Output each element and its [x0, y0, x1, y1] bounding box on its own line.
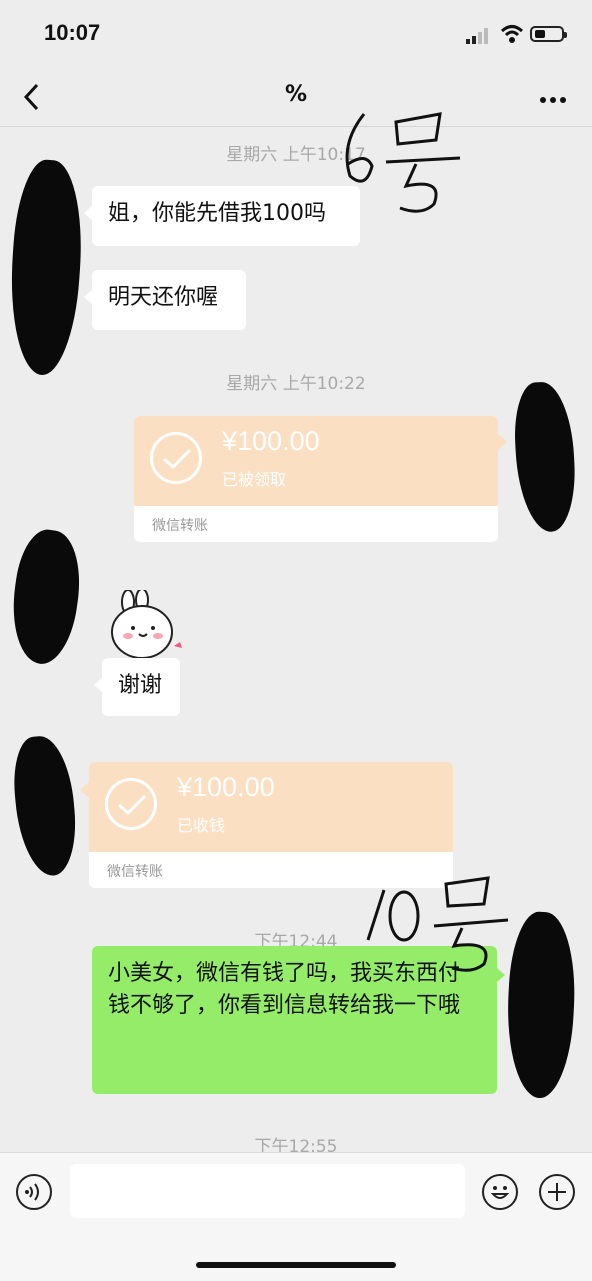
transfer-status: 已被领取 [222, 470, 287, 489]
signal-icon [466, 28, 488, 44]
status-time: 10:07 [44, 20, 101, 45]
wifi-icon [500, 25, 524, 43]
battery-icon [530, 26, 567, 42]
transfer-label: 微信转账 [152, 518, 208, 534]
message-bubble[interactable]: 谢谢 [94, 658, 180, 716]
more-dots-icon[interactable] [538, 76, 568, 123]
check-circle-icon [105, 778, 157, 830]
message-input[interactable] [70, 1164, 465, 1218]
transfer-card[interactable]: ¥100.00 已被领取 微信转账 [134, 416, 498, 542]
message-text: 明天还你喔 [108, 285, 219, 310]
timestamp: 星期六 上午10:17 [226, 145, 366, 165]
chat-header: % [0, 70, 592, 127]
handwritten-annotation [336, 104, 466, 224]
transfer-status: 已收钱 [177, 816, 226, 835]
emoji-icon[interactable] [482, 1174, 518, 1210]
transfer-label: 微信转账 [107, 864, 163, 880]
handwritten-annotation [362, 868, 512, 978]
timestamp: 星期六 上午10:22 [226, 374, 366, 394]
redacted-avatar [10, 733, 80, 879]
chat-title: % [284, 82, 308, 107]
plus-icon[interactable] [539, 1174, 575, 1210]
check-circle-icon [150, 432, 202, 484]
transfer-amount: ¥100.00 [222, 426, 320, 456]
message-bubble[interactable]: 姐，你能先借我100吗 [84, 186, 360, 246]
transfer-amount: ¥100.00 [177, 772, 275, 802]
redacted-avatar [4, 157, 88, 378]
message-text: 姐，你能先借我100吗 [108, 201, 326, 226]
home-indicator [196, 1262, 396, 1268]
status-bar: 10:07 [0, 0, 592, 70]
message-text: 谢谢 [118, 673, 163, 698]
redacted-avatar [4, 526, 88, 668]
message-bubble[interactable]: 明天还你喔 [84, 270, 246, 330]
bunny-sticker[interactable] [106, 588, 188, 662]
redacted-avatar [512, 380, 578, 534]
voice-icon[interactable] [16, 1174, 52, 1210]
